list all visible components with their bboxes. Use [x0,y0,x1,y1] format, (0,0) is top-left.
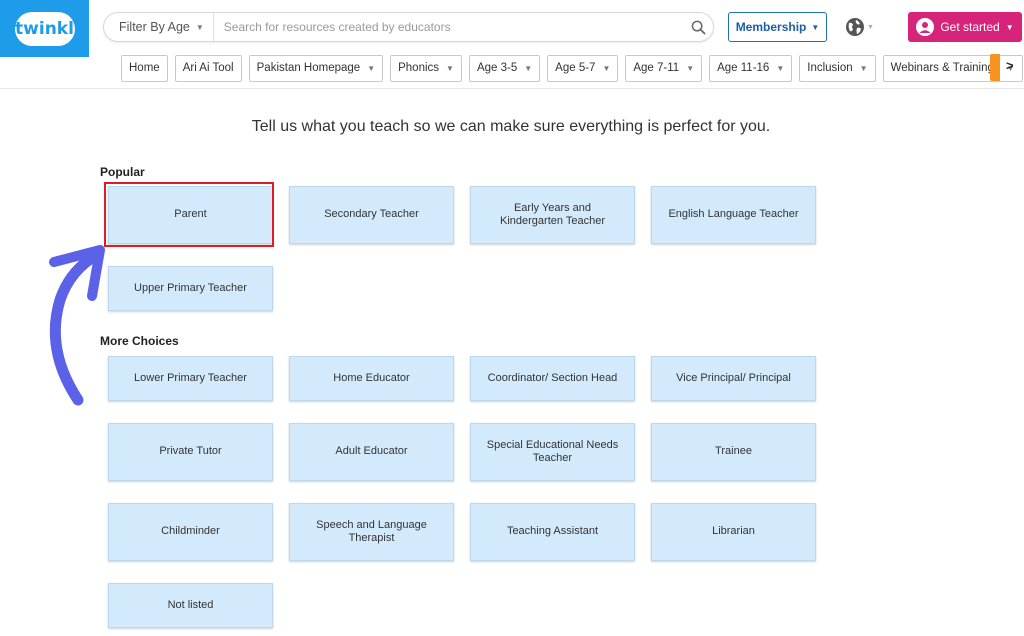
role-card-speech-and-language-therapist[interactable]: Speech and Language Therapist [289,503,454,561]
nav-item-phonics[interactable]: Phonics ▼ [390,54,462,82]
role-card-label: Speech and Language Therapist [316,518,427,544]
role-card-adult-educator[interactable]: Adult Educator [289,423,454,481]
nav-item-label: Webinars & Trainings [890,62,1000,74]
role-card-label: English Language Teacher [668,208,799,221]
role-card-label: Lower Primary Teacher [134,371,247,384]
globe-icon [846,18,864,36]
role-card-label: Not listed [167,598,214,611]
nav-item-label: Home [129,62,160,74]
chevron-down-icon: ▼ [195,22,204,32]
search-icon[interactable] [683,13,713,41]
chevron-down-icon: ▼ [686,63,695,73]
chevron-down-icon: ▼ [1005,22,1014,32]
filter-by-age-dropdown[interactable]: Filter By Age ▼ [104,13,214,41]
nav-item-age-7-11[interactable]: Age 7-11 ▼ [625,54,703,82]
role-card-upper-primary-teacher[interactable]: Upper Primary Teacher [108,266,273,311]
role-card-label: Vice Principal/ Principal [676,371,791,384]
role-card-not-listed[interactable]: Not listed [108,583,273,628]
chevron-down-icon: ▼ [811,22,820,32]
nav-item-label: Age 3-5 [476,62,518,74]
nav-item-home[interactable]: Home [121,54,168,82]
role-card-childminder[interactable]: Childminder [108,503,273,561]
role-card-label: Upper Primary Teacher [134,281,247,294]
page-headline: Tell us what you teach so we can make su… [251,118,771,135]
role-card-label: Secondary Teacher [324,208,419,221]
membership-label: Membership [735,20,807,34]
role-card-label: Private Tutor [159,445,222,458]
chevron-down-icon: ▼ [859,63,868,73]
user-icon [916,18,935,36]
role-card-home-educator[interactable]: Home Educator [289,356,454,401]
role-card-label: Adult Educator [335,445,408,458]
nav-item-partial[interactable] [990,54,1000,81]
get-started-button[interactable]: Get started ▼ [908,12,1022,42]
more-choices-section-label: More Choices [100,334,179,348]
role-card-label: Special Educational Needs Teacher [486,438,619,464]
role-card-label: Early Years and Kindergarten Teacher [500,201,605,227]
chevron-down-icon: ▼ [367,63,376,73]
nav-item-label: Age 5-7 [555,62,596,74]
role-card-early-years-and-kindergarten-teacher[interactable]: Early Years and Kindergarten Teacher [470,186,635,244]
role-card-coordinator-section-head[interactable]: Coordinator/ Section Head [470,356,635,401]
main-nav: Home Ari Ai Tool Pakistan Homepage ▼ Phonics… [121,54,1023,82]
role-card-teaching-assistant[interactable]: Teaching Assistant [470,503,635,561]
role-card-secondary-teacher[interactable]: Secondary Teacher [289,186,454,244]
chevron-down-icon: ▼ [602,63,611,73]
nav-item-pakistan-homepage[interactable]: Pakistan Homepage ▼ [248,54,384,82]
chevron-down-icon: ▼ [524,63,533,73]
nav-item-label: Inclusion [807,62,853,74]
role-card-english-language-teacher[interactable]: English Language Teacher [651,186,816,244]
role-card-vice-principal-principal[interactable]: Vice Principal/ Principal [651,356,816,401]
nav-item-label: Pakistan Homepage [256,62,361,74]
nav-item-inclusion[interactable]: Inclusion ▼ [799,54,876,82]
nav-item-age-3-5[interactable]: Age 3-5 ▼ [468,54,541,82]
nav-item-label: Age 11-16 [717,62,770,74]
role-card-label: Home Educator [333,371,410,384]
get-started-label: Get started [940,20,1000,34]
role-card-lower-primary-teacher[interactable]: Lower Primary Teacher [108,356,273,401]
chevron-down-icon: ▼ [867,23,874,31]
filter-by-age-label: Filter By Age [119,20,190,34]
role-card-label: Trainee [715,445,752,458]
language-selector[interactable]: ▼ [845,16,875,38]
nav-item-label: Ari Ai Tool [182,62,234,74]
role-card-label: Librarian [712,525,755,538]
chevron-down-icon: ▼ [446,63,454,73]
role-card-label: Childminder [161,525,220,538]
role-card-special-educational-needs-teacher[interactable]: Special Educational Needs Teacher [470,423,635,481]
twinkl-logo[interactable]: twinkl [0,0,89,57]
role-card-label: Coordinator/ Section Head [487,371,618,384]
search-input[interactable] [213,13,683,41]
nav-scroll-right-button[interactable]: > [1006,58,1014,73]
nav-item-label: Phonics [398,62,440,74]
logo-text: twinkl [14,11,75,46]
chevron-down-icon: ▼ [776,63,785,73]
role-card-trainee[interactable]: Trainee [651,423,816,481]
role-card-label: Teaching Assistant [506,525,599,538]
role-card-private-tutor[interactable]: Private Tutor [108,423,273,481]
nav-item-label: Age 7-11 [633,62,680,74]
search-bar: Filter By Age ▼ [103,12,714,42]
membership-button[interactable]: Membership ▼ [728,12,827,42]
nav-item-age-5-7[interactable]: Age 5-7 ▼ [547,54,619,82]
role-card-parent[interactable]: Parent [108,186,273,244]
nav-item-age-11-16[interactable]: Age 11-16 ▼ [709,54,793,82]
popular-section-label: Popular [100,165,145,179]
role-card-label: Parent [174,208,207,221]
header-divider [0,88,1024,89]
role-card-librarian[interactable]: Librarian [651,503,816,561]
nav-item-ari-ai-tool[interactable]: Ari Ai Tool [174,54,242,82]
nav-item-webinars-trainings[interactable]: Webinars & Trainings ▼ [882,54,1023,82]
